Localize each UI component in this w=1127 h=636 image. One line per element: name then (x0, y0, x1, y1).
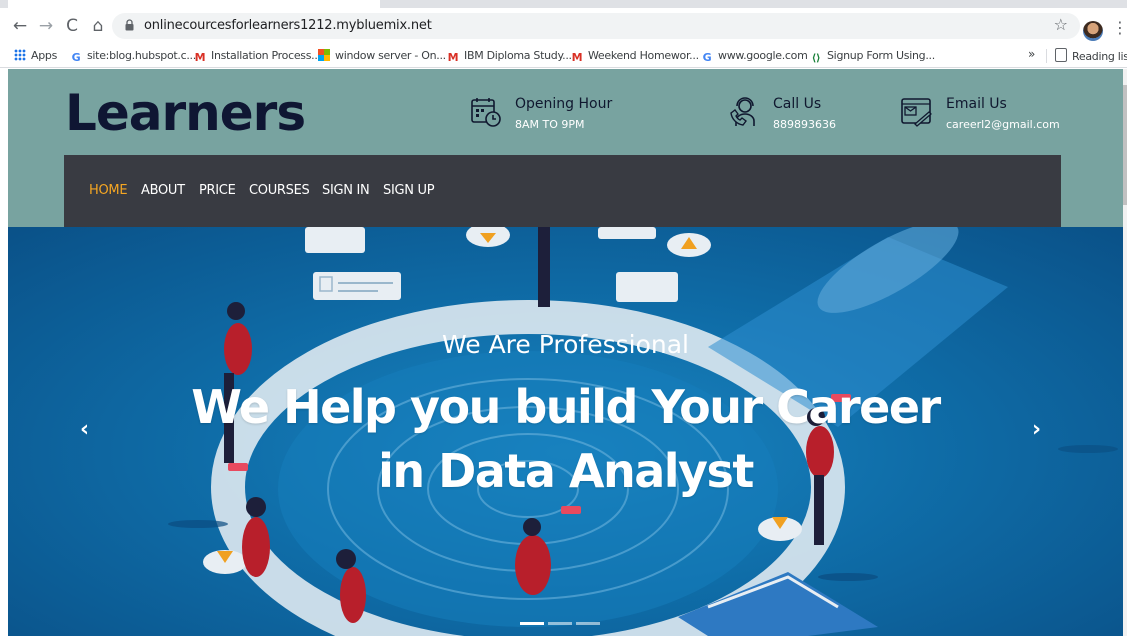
opening-hour-title: Opening Hour (515, 96, 613, 112)
call-us-title: Call Us (773, 96, 822, 112)
bookmark-installation[interactable]: M Installation Process... (194, 48, 321, 64)
forward-arrow-icon[interactable]: → (36, 15, 56, 37)
carousel-indicator-3[interactable] (576, 622, 600, 625)
code-icon: ⟨⟩ (811, 53, 821, 64)
apps-grid-icon (14, 49, 26, 61)
address-bar[interactable]: onlinecourcesforlearners1212.mybluemix.n… (112, 13, 1080, 39)
active-tab[interactable] (8, 0, 380, 8)
nav-sign-in[interactable]: SIGN IN (322, 183, 370, 198)
carousel-prev-button[interactable]: ‹ (80, 417, 89, 442)
bookmarks-more-button[interactable]: » (1028, 47, 1035, 61)
site-logo[interactable]: Learners (65, 84, 306, 142)
page-scrollbar[interactable] (1123, 69, 1127, 636)
carousel-indicator-1[interactable] (520, 622, 544, 625)
reading-list-button[interactable]: Reading list (1055, 48, 1127, 64)
bookmark-window-server[interactable]: window server - On... (318, 48, 446, 64)
call-us-value[interactable]: 889893636 (773, 118, 836, 131)
email-icon (901, 98, 932, 127)
carousel-indicators (520, 612, 604, 630)
scrollbar-thumb[interactable] (1123, 85, 1127, 205)
reload-icon[interactable]: C (62, 15, 82, 37)
hero-headline-line-1: We Help you build Your Career (191, 380, 941, 434)
bookmark-ibm-diploma[interactable]: M IBM Diploma Study... (447, 48, 572, 64)
home-icon[interactable]: ⌂ (88, 15, 108, 37)
bookmark-apps[interactable]: Apps (14, 48, 57, 64)
calendar-clock-icon (471, 98, 501, 127)
nav-sign-up[interactable]: SIGN UP (383, 183, 435, 198)
support-agent-icon (730, 97, 755, 126)
opening-hour-value: 8AM TO 9PM (515, 118, 585, 131)
windows-icon (318, 49, 330, 61)
bookmarks-divider (1046, 49, 1047, 63)
browser-toolbar: ← → C ⌂ onlinecourcesforlearners1212.myb… (0, 8, 1127, 44)
gmail-icon: M (571, 51, 583, 64)
hero-headline-line-2: in Data Analyst (378, 444, 754, 498)
nav-home[interactable]: HOME (89, 183, 128, 198)
hero-carousel: We Are Professional We Help you build Yo… (8, 227, 1123, 636)
email-us-title: Email Us (946, 96, 1007, 112)
google-icon: G (702, 51, 712, 64)
bookmark-star-icon[interactable]: ☆ (1054, 15, 1068, 34)
web-page: Learners Opening Hour 8AM TO 9PM Call Us… (8, 69, 1123, 636)
carousel-indicator-2[interactable] (548, 622, 572, 625)
bookmark-weekend[interactable]: M Weekend Homewor... (571, 48, 699, 64)
gmail-icon: M (447, 51, 459, 64)
google-icon: G (71, 51, 81, 64)
url-text[interactable]: onlinecourcesforlearners1212.mybluemix.n… (144, 18, 432, 33)
carousel-next-button[interactable]: › (1032, 417, 1041, 442)
bookmark-signup-form[interactable]: ⟨⟩ Signup Form Using... (810, 48, 936, 64)
nav-courses[interactable]: COURSES (249, 183, 310, 198)
bookmark-google[interactable]: Gwww.google.com (701, 48, 808, 64)
nav-about[interactable]: ABOUT (141, 183, 185, 198)
main-nav: HOME ABOUT PRICE COURSES SIGN IN SIGN UP (64, 155, 1061, 227)
hero-headline: We Help you build Your Career in Data An… (48, 375, 1083, 503)
profile-avatar[interactable] (1083, 21, 1103, 41)
bookmark-hubspot[interactable]: Gsite:blog.hubspot.c... (70, 48, 197, 64)
nav-price[interactable]: PRICE (199, 183, 236, 198)
reading-list-icon (1055, 48, 1067, 62)
more-vert-icon[interactable]: ⋮ (1112, 18, 1127, 37)
bookmarks-bar: Apps Gsite:blog.hubspot.c... M Installati… (0, 44, 1127, 68)
lock-icon (125, 19, 134, 31)
gmail-icon: M (194, 51, 206, 64)
back-arrow-icon[interactable]: ← (10, 15, 30, 37)
email-us-value[interactable]: careerl2@gmail.com (946, 118, 1060, 131)
tab-strip (0, 0, 1127, 8)
hero-tagline: We Are Professional (442, 330, 689, 359)
